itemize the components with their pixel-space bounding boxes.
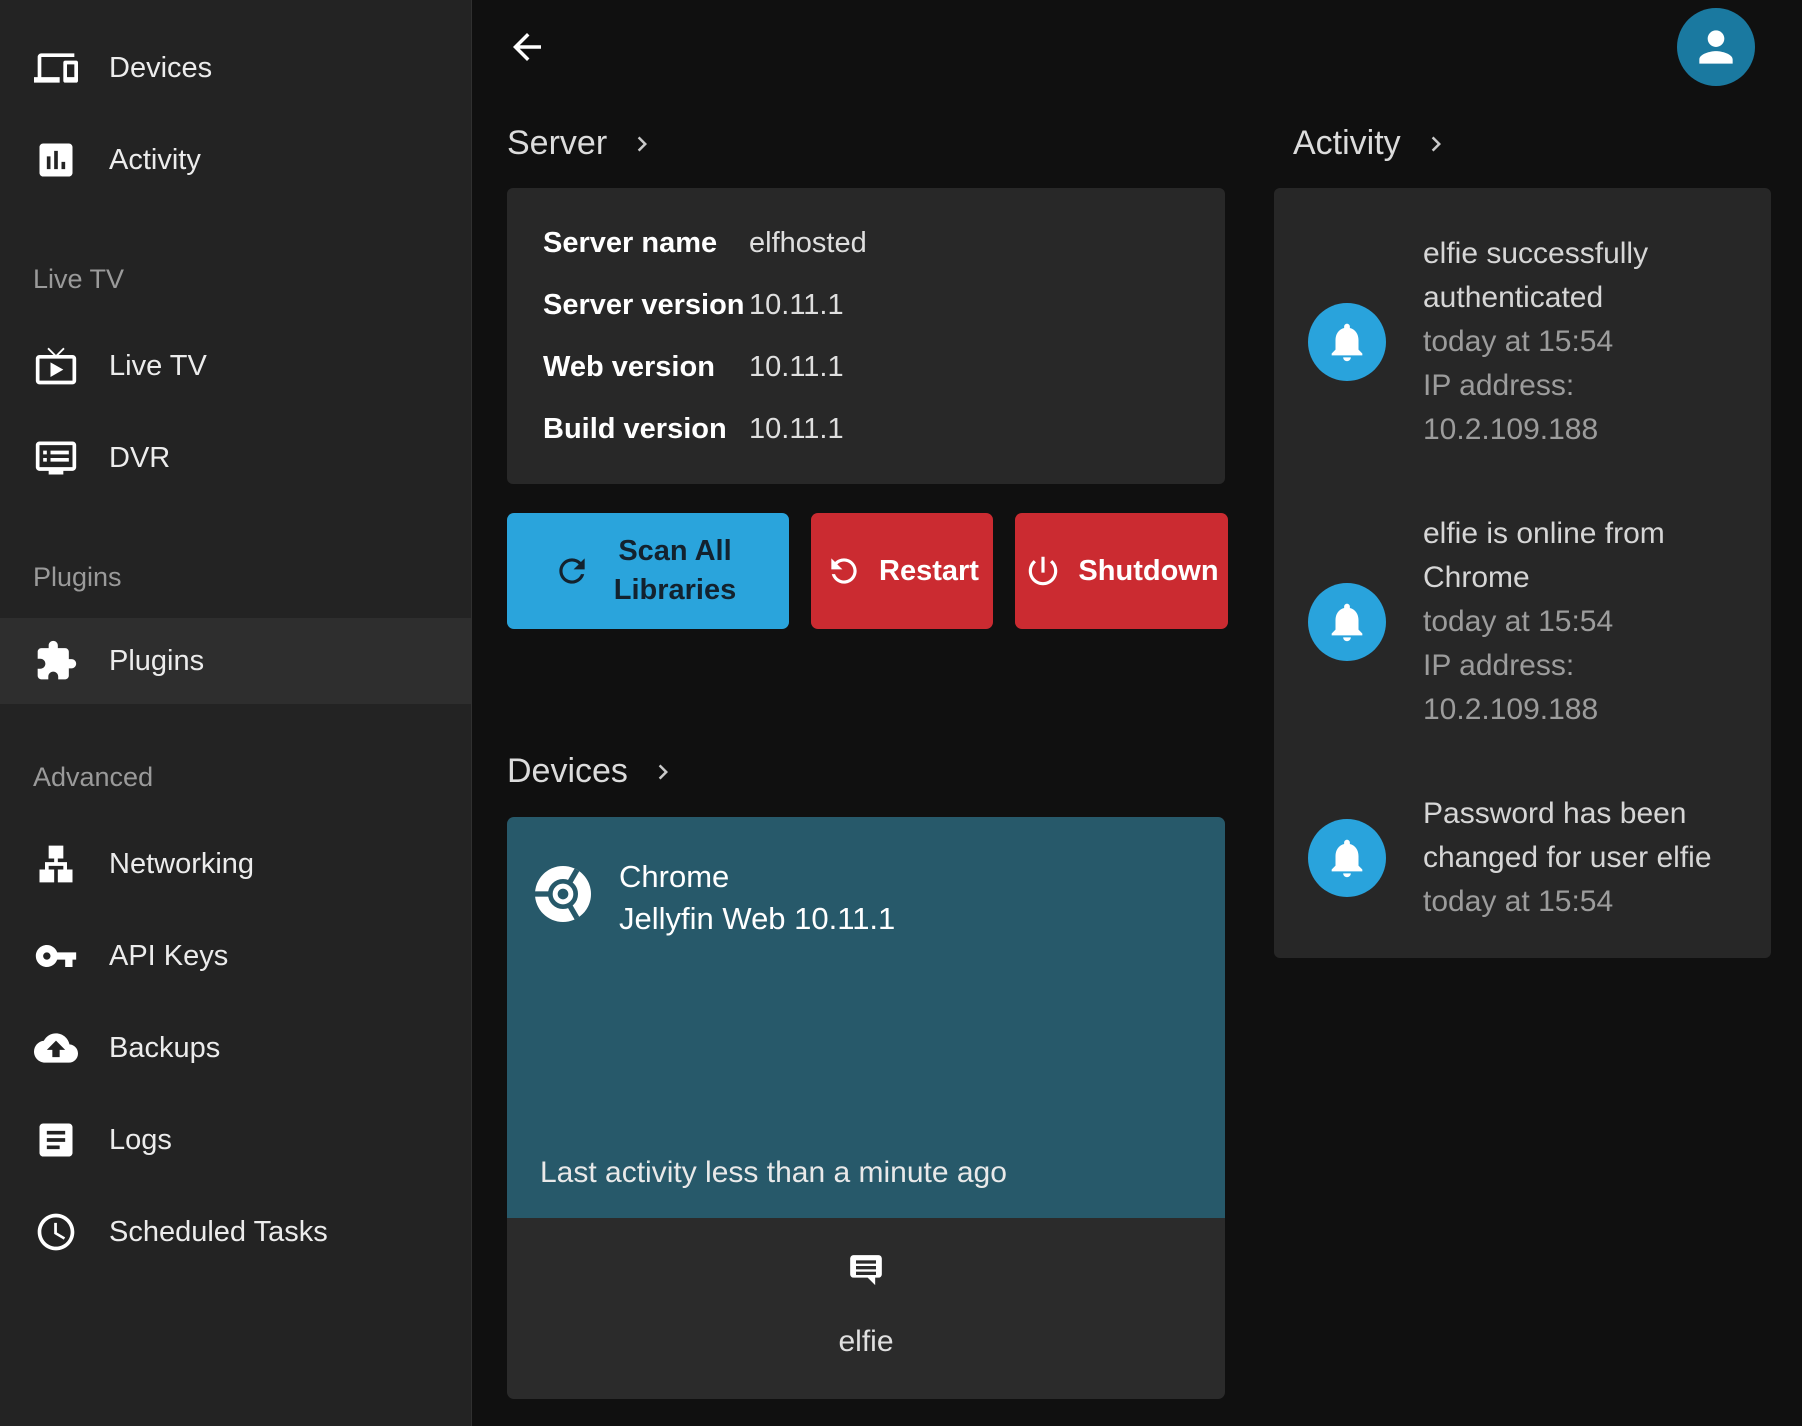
activity-item-text: Password has been changed for user elfie… xyxy=(1423,792,1742,924)
activity-ip: IP address: 10.2.109.188 xyxy=(1423,649,1599,726)
chevron-right-icon xyxy=(627,129,657,159)
server-info-card: Server name elfhosted Server version 10.… xyxy=(507,188,1225,484)
chevron-right-icon xyxy=(1421,129,1451,159)
device-header: Chrome Jellyfin Web 10.11.1 xyxy=(531,856,1205,940)
activity-panel: elfie successfully authenticated today at… xyxy=(1274,188,1771,958)
activity-ip: IP address: 10.2.109.188 xyxy=(1423,369,1599,446)
activity-item-text: elfie successfully authenticated today at… xyxy=(1423,232,1742,452)
power-icon xyxy=(1024,552,1062,590)
server-info-row: Server name elfhosted xyxy=(543,212,1189,274)
backups-icon xyxy=(33,1025,79,1071)
back-button[interactable] xyxy=(506,24,552,70)
chevron-right-icon xyxy=(648,757,678,787)
sidebar-section-header-live-tv: Live TV xyxy=(33,264,125,294)
sidebar-item-label: Backups xyxy=(109,1031,221,1064)
sidebar-section-header-advanced: Advanced xyxy=(33,762,154,792)
device-user-name: elfie xyxy=(838,1325,894,1358)
scan-all-libraries-button[interactable]: Scan All Libraries xyxy=(507,513,789,629)
sidebar-item-label: Plugins xyxy=(109,644,205,677)
activity-item: elfie is online from Chrome today at 15:5… xyxy=(1308,512,1743,732)
sidebar-item-label: Live TV xyxy=(109,349,207,382)
activity-date: today at 15:54 xyxy=(1423,885,1614,918)
main-column: Server Server name elfhosted Server vers… xyxy=(472,0,1250,1426)
chrome-icon xyxy=(531,856,595,926)
server-name-value: elfhosted xyxy=(749,227,867,259)
jellyfin-dashboard: { "colors": { "accent_blue": "#2aa4dc", … xyxy=(0,0,1802,1426)
live-tv-icon xyxy=(33,343,79,389)
sidebar-item-plugins[interactable]: Plugins xyxy=(0,618,471,704)
web-version-label: Web version xyxy=(543,351,715,383)
activity-item: elfie successfully authenticated today at… xyxy=(1308,232,1743,452)
device-name: Chrome xyxy=(619,859,730,894)
server-name-label: Server name xyxy=(543,227,718,259)
device-client: Jellyfin Web 10.11.1 xyxy=(619,901,896,936)
web-version-value: 10.11.1 xyxy=(749,351,844,383)
bell-icon xyxy=(1308,819,1386,897)
dvr-icon xyxy=(33,435,79,481)
server-section-link[interactable]: Server xyxy=(507,124,657,163)
user-avatar-button[interactable] xyxy=(1677,8,1755,86)
sidebar-item-scheduled-tasks[interactable]: Scheduled Tasks xyxy=(0,1186,471,1278)
restart-icon xyxy=(825,552,863,590)
api-keys-icon xyxy=(33,933,79,979)
devices-section-title: Devices xyxy=(507,752,628,790)
server-info-row: Server version 10.11.1 xyxy=(543,274,1189,336)
sidebar: Devices Activity Live TV Live TV DVR Plugins P… xyxy=(0,0,472,1426)
sidebar-item-label: DVR xyxy=(109,441,171,474)
shutdown-button[interactable]: Shutdown xyxy=(1015,513,1228,629)
sidebar-item-backups[interactable]: Backups xyxy=(0,1002,471,1094)
sidebar-item-live-tv[interactable]: Live TV xyxy=(0,320,471,412)
activity-message: elfie successfully authenticated xyxy=(1423,237,1649,314)
sidebar-item-devices[interactable]: Devices xyxy=(0,22,471,114)
server-version-label: Server version xyxy=(543,289,745,321)
bell-icon xyxy=(1308,583,1386,661)
activity-message: elfie is online from Chrome xyxy=(1423,517,1665,594)
back-arrow-icon xyxy=(506,26,552,68)
networking-icon xyxy=(33,841,79,887)
scheduled-tasks-icon xyxy=(33,1209,79,1255)
device-last-activity: Last activity less than a minute ago xyxy=(540,1156,1007,1189)
refresh-icon xyxy=(553,552,591,590)
sidebar-section-header-plugins: Plugins xyxy=(33,562,122,592)
restart-button[interactable]: Restart xyxy=(811,513,993,629)
sidebar-item-label: Networking xyxy=(109,847,255,880)
sidebar-item-label: Logs xyxy=(109,1123,172,1156)
activity-item-text: elfie is online from Chrome today at 15:5… xyxy=(1423,512,1742,732)
device-session-area: Chrome Jellyfin Web 10.11.1 Last activit… xyxy=(507,817,1225,1218)
bell-icon xyxy=(1308,303,1386,381)
server-section-title: Server xyxy=(507,124,608,162)
activity-message: Password has been changed for user elfie xyxy=(1423,797,1712,874)
sidebar-item-label: Scheduled Tasks xyxy=(109,1215,328,1248)
message-icon xyxy=(846,1251,886,1291)
device-user-area: elfie xyxy=(507,1218,1225,1399)
logs-icon xyxy=(33,1117,79,1163)
server-version-value: 10.11.1 xyxy=(749,289,844,321)
device-card-chrome[interactable]: Chrome Jellyfin Web 10.11.1 Last activit… xyxy=(507,817,1225,1399)
sidebar-nav: Devices Activity Live TV Live TV DVR Plugins P… xyxy=(0,22,471,1278)
activity-date: today at 15:54 xyxy=(1423,605,1614,638)
activity-section-link[interactable]: Activity xyxy=(1293,124,1451,163)
sidebar-item-label: API Keys xyxy=(109,939,229,972)
activity-column: Activity elfie successfully authenticate… xyxy=(1250,0,1802,1426)
sidebar-item-logs[interactable]: Logs xyxy=(0,1094,471,1186)
server-info-row: Web version 10.11.1 xyxy=(543,336,1189,398)
sidebar-item-label: Activity xyxy=(109,143,201,176)
devices-icon xyxy=(33,45,79,91)
activity-icon xyxy=(33,137,79,183)
sidebar-item-api-keys[interactable]: API Keys xyxy=(0,910,471,1002)
sidebar-item-dvr[interactable]: DVR xyxy=(0,412,471,504)
user-avatar-icon xyxy=(1691,22,1741,72)
sidebar-item-networking[interactable]: Networking xyxy=(0,818,471,910)
sidebar-item-activity[interactable]: Activity xyxy=(0,114,471,206)
sidebar-item-label: Devices xyxy=(109,51,213,84)
build-version-label: Build version xyxy=(543,413,727,445)
devices-section-link[interactable]: Devices xyxy=(507,752,678,791)
activity-section-title: Activity xyxy=(1293,124,1401,162)
server-info-row: Build version 10.11.1 xyxy=(543,398,1189,460)
build-version-value: 10.11.1 xyxy=(749,413,844,445)
activity-item: Password has been changed for user elfie… xyxy=(1308,792,1743,924)
plugins-icon xyxy=(33,638,79,684)
server-actions: Scan All Libraries Restart Shutdown xyxy=(507,513,1250,629)
activity-date: today at 15:54 xyxy=(1423,325,1614,358)
